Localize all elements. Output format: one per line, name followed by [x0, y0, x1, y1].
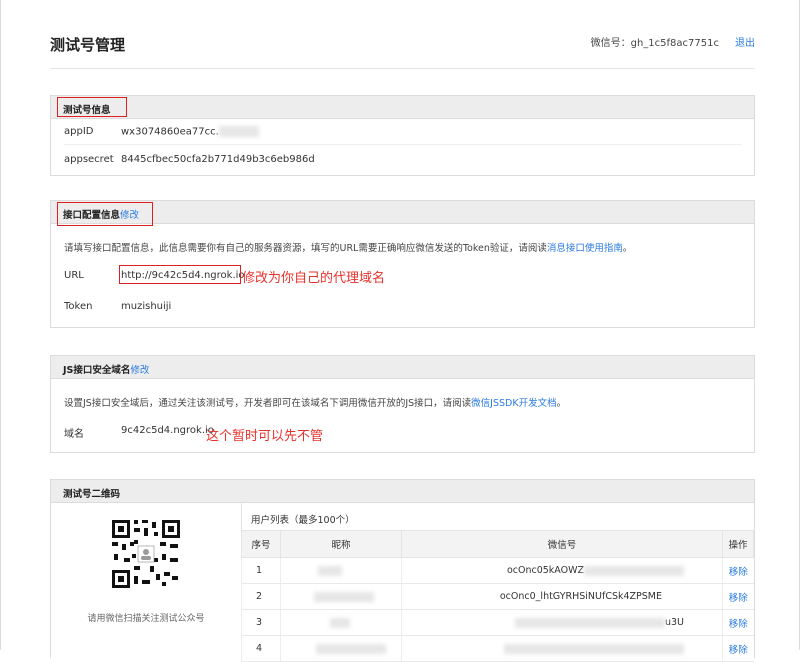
- interface-config-description: 请填写接口配置信息，此信息需要你有自己的服务器资源，填写的URL需要正确响应微信…: [64, 243, 633, 254]
- panel-title: JS接口安全域名修改: [63, 365, 150, 376]
- user-list-title: 用户列表（最多100个）: [251, 515, 355, 526]
- redacted-blur: [316, 643, 386, 654]
- qrcode-panel: 测试号二维码 请用微信扫描关注测试公众号 用户列表（最多100个） 序号 昵称 …: [50, 479, 755, 662]
- account-info: 微信号：gh_1c5f8ac7751c: [591, 34, 719, 49]
- redacted-blur: [218, 126, 259, 137]
- table-row: 2 ocOnc0_lhtGYRHSiNUfCSk4ZPSME 移除: [241, 583, 754, 610]
- user-list-table: 序号 昵称 微信号 操作 1 ocOnc05kAOWZ 移除 2 ocOnc0_…: [241, 530, 754, 662]
- row-index: 4: [241, 635, 281, 662]
- interface-config-panel: 接口配置信息修改 请填写接口配置信息，此信息需要你有自己的服务器资源，填写的UR…: [50, 200, 755, 328]
- window-left-border: [0, 0, 1, 650]
- row-wechat-id: u3U: [401, 609, 723, 636]
- table-header-row: 序号 昵称 微信号 操作: [241, 530, 754, 558]
- qr-code-image: [110, 518, 182, 590]
- message-api-guide-link[interactable]: 消息接口使用指南: [547, 243, 623, 254]
- edit-js-domain-link[interactable]: 修改: [130, 365, 149, 376]
- panel-header: 接口配置信息修改: [51, 201, 754, 224]
- table-row: 1 ocOnc05kAOWZ 移除: [241, 557, 754, 584]
- row-wechat-id: [401, 635, 723, 662]
- appid-value: wx3074860ea77cc.: [121, 126, 259, 138]
- qrcode-area: 请用微信扫描关注测试公众号: [51, 503, 242, 653]
- domain-label: 域名: [64, 429, 84, 440]
- account-id: gh_1c5f8ac7751c: [630, 38, 719, 49]
- column-header-index: 序号: [241, 530, 281, 558]
- qrcode-caption: 请用微信扫描关注测试公众号: [87, 614, 205, 624]
- panel-header: 测试号信息: [51, 96, 754, 119]
- url-label: URL: [64, 270, 84, 281]
- column-header-nickname: 昵称: [280, 530, 402, 558]
- row-nickname: [280, 557, 402, 584]
- row-wechat-id: ocOnc0_lhtGYRHSiNUfCSk4ZPSME: [401, 583, 723, 610]
- remove-user-button[interactable]: 移除: [722, 635, 754, 662]
- page-title: 测试号管理: [50, 36, 126, 54]
- column-header-action: 操作: [722, 530, 754, 558]
- appid-label: appID: [64, 126, 94, 137]
- row-divider: [64, 144, 741, 145]
- row-nickname: [280, 583, 402, 610]
- row-nickname: [280, 609, 402, 636]
- row-index: 1: [241, 557, 281, 584]
- url-annotation: 修改为你自己的代理域名: [242, 271, 386, 286]
- url-highlight-box: [119, 265, 241, 284]
- row-index: 2: [241, 583, 281, 610]
- remove-user-button[interactable]: 移除: [722, 557, 754, 584]
- logout-link[interactable]: 退出: [735, 34, 755, 49]
- page-header: 测试号管理 微信号：gh_1c5f8ac7751c 退出: [50, 0, 755, 69]
- appsecret-value: 8445cfbec50cfa2b771d49b3c6eb986d: [121, 154, 315, 165]
- panel-header: 测试号二维码: [51, 480, 754, 503]
- table-row: 4 移除: [241, 635, 754, 662]
- appsecret-label: appsecret: [64, 154, 114, 165]
- jssdk-doc-link[interactable]: 微信JSSDK开发文档: [471, 398, 556, 409]
- row-wechat-id: ocOnc05kAOWZ: [401, 557, 723, 584]
- highlight-box: [57, 202, 153, 226]
- redacted-blur: [504, 643, 684, 654]
- domain-value: 9c42c5d4.ngrok.io: [121, 425, 214, 436]
- account-label: 微信号：: [590, 38, 631, 49]
- remove-user-button[interactable]: 移除: [722, 583, 754, 610]
- panel-title: 测试号二维码: [63, 489, 121, 500]
- redacted-blur: [318, 565, 342, 576]
- row-index: 3: [241, 609, 281, 636]
- domain-annotation: 这个暂时可以先不管: [206, 429, 324, 444]
- token-label: Token: [64, 301, 93, 312]
- test-account-info-panel: 测试号信息 appID wx3074860ea77cc. appsecret 8…: [50, 95, 755, 176]
- panel-header: JS接口安全域名修改: [51, 356, 754, 379]
- row-nickname: [280, 635, 402, 662]
- table-row: 3 u3U 移除: [241, 609, 754, 636]
- remove-user-button[interactable]: 移除: [722, 609, 754, 636]
- redacted-blur: [584, 565, 684, 576]
- highlight-box: [57, 97, 127, 117]
- redacted-blur: [314, 591, 374, 602]
- js-security-domain-panel: JS接口安全域名修改 设置JS接口安全域后，通过关注该测试号，开发者即可在该域名…: [50, 355, 755, 453]
- js-security-description: 设置JS接口安全域后，通过关注该测试号，开发者即可在该域名下调用微信开放的JS接…: [64, 398, 567, 409]
- token-value: muzishuiji: [121, 301, 172, 312]
- redacted-blur: [514, 617, 665, 628]
- redacted-blur: [330, 617, 350, 628]
- column-header-wechat-id: 微信号: [401, 530, 723, 558]
